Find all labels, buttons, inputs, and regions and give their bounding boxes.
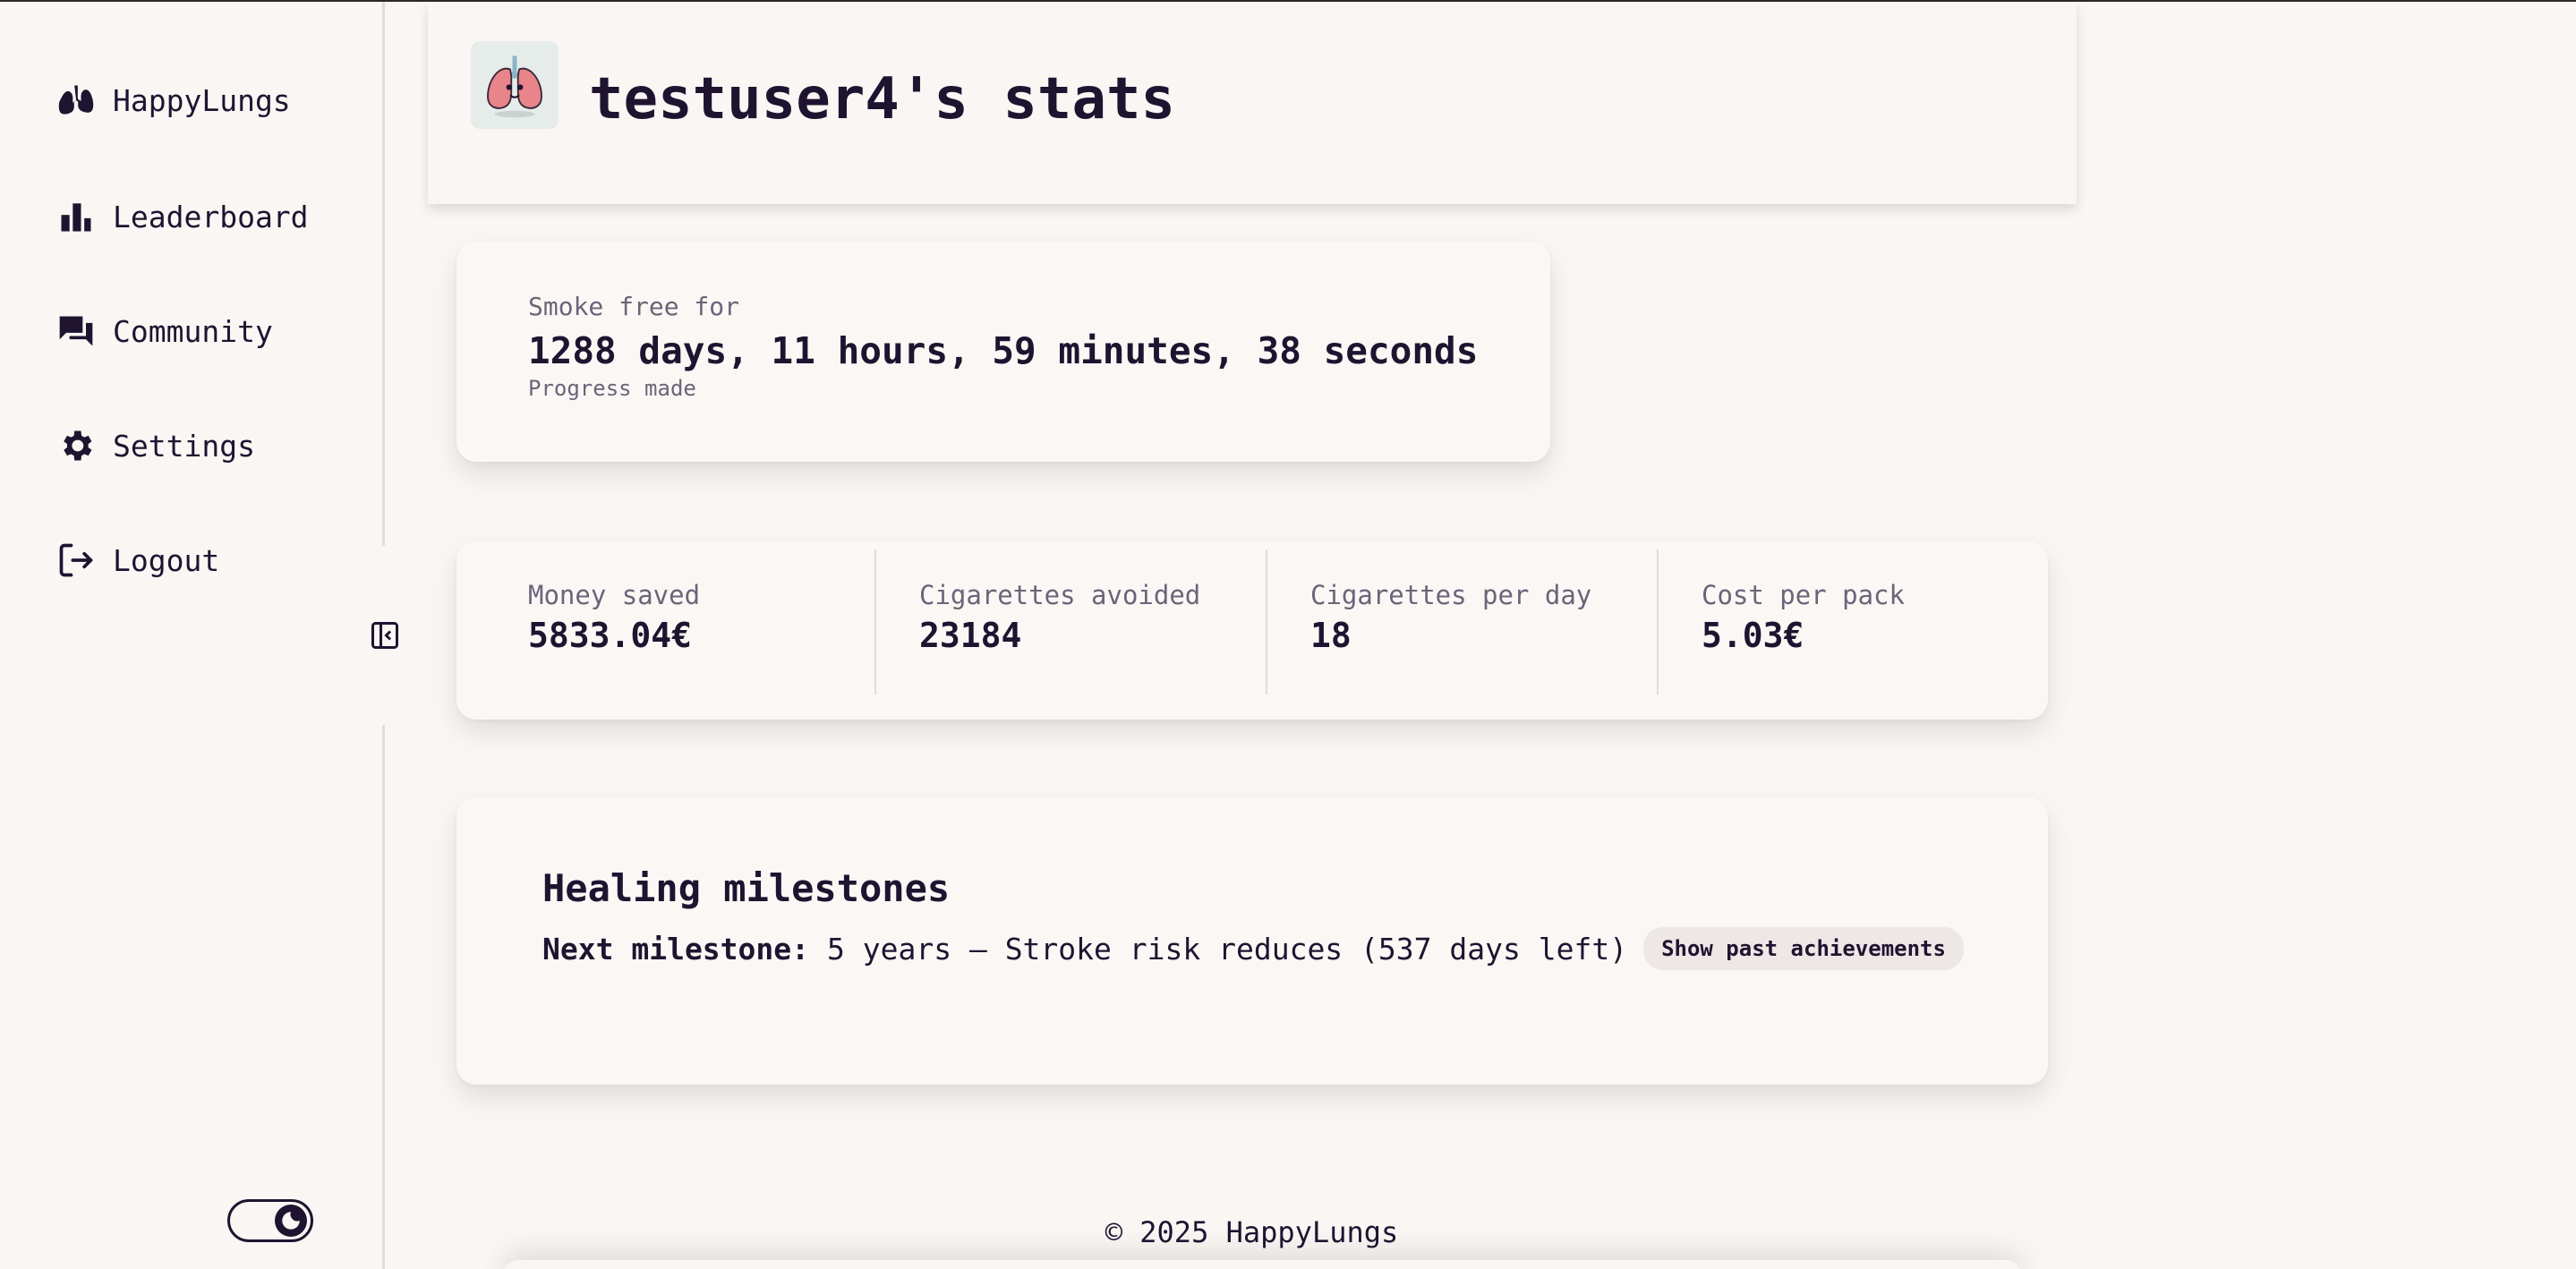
next-milestone-label: Next milestone: (542, 931, 810, 967)
sidebar-item-community[interactable]: Community (55, 304, 273, 358)
bar-chart-icon (55, 196, 97, 237)
page-title: testuser4's stats (589, 66, 1176, 132)
sidebar-divider (382, 2, 385, 546)
stat-label: Cigarettes per day (1310, 580, 1592, 610)
smoke-free-duration: 1288 days, 11 hours, 59 minutes, 38 seco… (528, 329, 1479, 372)
lungs-icon (55, 80, 97, 121)
stat-value: 18 (1310, 616, 1352, 655)
stats-card: Money saved 5833.04€ Cigarettes avoided … (456, 541, 2048, 720)
smoke-free-label: Smoke free for (528, 292, 740, 321)
smoke-free-card: Smoke free for 1288 days, 11 hours, 59 m… (456, 242, 1550, 462)
sidebar-item-settings[interactable]: Settings (55, 419, 255, 473)
stat-cigarettes-per-day: Cigarettes per day 18 (1239, 541, 1630, 720)
collapse-sidebar-icon (371, 622, 398, 649)
sidebar-item-label: Leaderboard (113, 199, 309, 234)
stat-value: 5833.04€ (528, 616, 693, 655)
milestones-title: Healing milestones (542, 866, 951, 910)
sidebar-item-happylungs[interactable]: HappyLungs (55, 73, 291, 127)
stat-value: 23184 (919, 616, 1022, 655)
progress-caption: Progress made (528, 376, 696, 401)
sidebar-item-label: Logout (113, 542, 220, 578)
sidebar-item-label: Settings (113, 428, 255, 464)
show-past-achievements-button[interactable]: Show past achievements (1643, 927, 1964, 970)
sidebar-divider (382, 725, 385, 1269)
stat-cost-per-pack: Cost per pack 5.03€ (1630, 541, 2021, 720)
stat-label: Cigarettes avoided (919, 580, 1201, 610)
sidebar: HappyLungs Leaderboard Community Setting… (0, 2, 385, 1269)
collapse-sidebar-button[interactable] (367, 616, 403, 655)
logout-icon (55, 540, 97, 581)
stat-value: 5.03€ (1702, 616, 1804, 655)
milestones-card: Healing milestones Next milestone: 5 yea… (456, 796, 2048, 1085)
gear-icon (55, 425, 97, 466)
next-milestone-value: 5 years – Stroke risk reduces (537 days … (827, 931, 1628, 967)
stat-cigarettes-avoided: Cigarettes avoided 23184 (848, 541, 1239, 720)
footer-shadow (501, 1260, 2023, 1269)
footer: © 2025 HappyLungs (1105, 1215, 1399, 1249)
stat-label: Money saved (528, 580, 701, 610)
sidebar-item-label: Community (113, 313, 273, 349)
stat-label: Cost per pack (1702, 580, 1905, 610)
stat-money-saved: Money saved 5833.04€ (456, 541, 848, 720)
page-header: testuser4's stats (428, 2, 2077, 204)
chat-icon (55, 311, 97, 352)
sidebar-item-logout[interactable]: Logout (55, 533, 219, 587)
sidebar-item-leaderboard[interactable]: Leaderboard (55, 190, 309, 243)
sidebar-item-label: HappyLungs (113, 82, 291, 118)
next-milestone: Next milestone: 5 years – Stroke risk re… (542, 927, 1964, 970)
lungs-avatar-icon (471, 41, 559, 129)
